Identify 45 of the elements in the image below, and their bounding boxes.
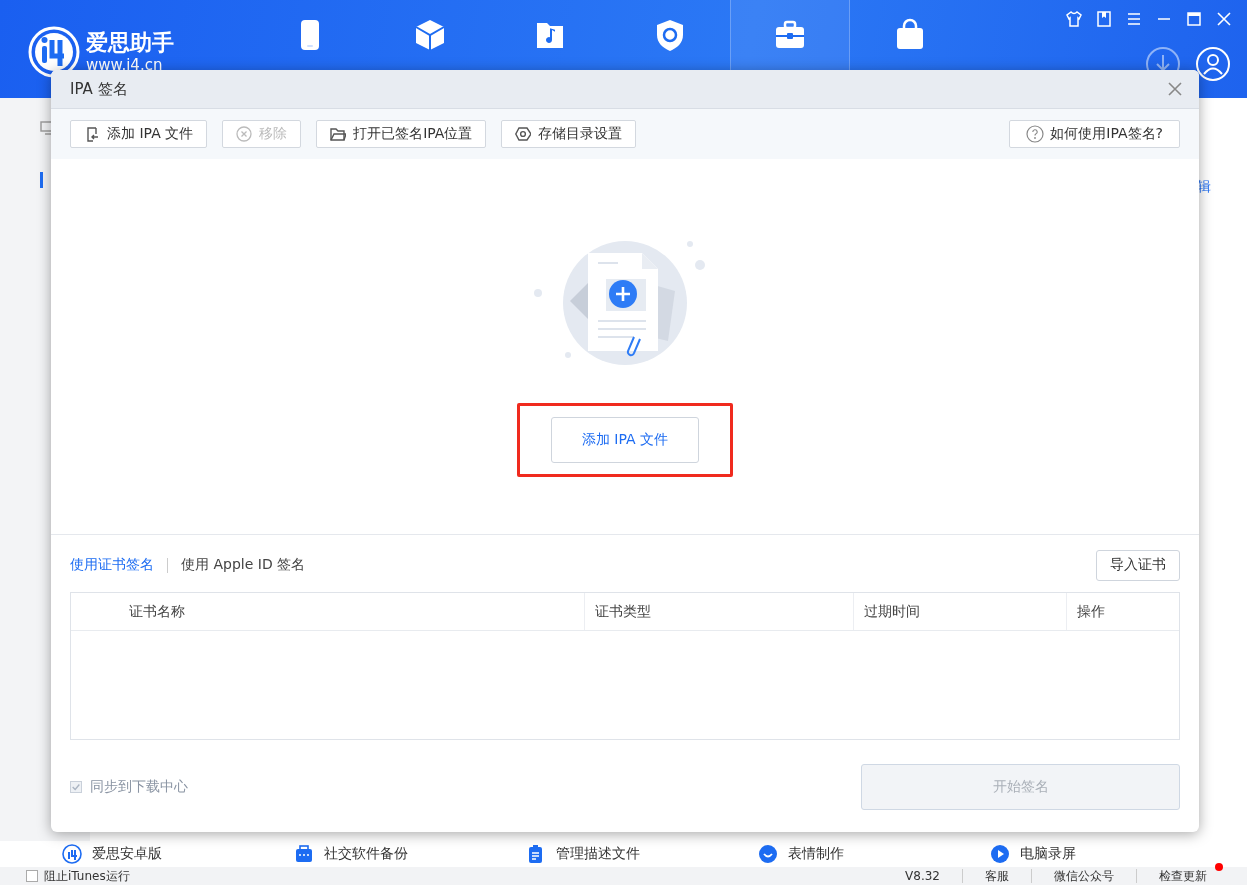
- column-header: 证书类型: [584, 593, 853, 630]
- check-icon: [71, 781, 81, 793]
- import-button[interactable]: 导入证书: [1096, 549, 1180, 581]
- close-icon[interactable]: [1167, 81, 1183, 97]
- toolbar-button[interactable]: 打开已签名IPA位置: [316, 120, 487, 148]
- logo-icon: [62, 844, 82, 864]
- user-icon[interactable]: [1195, 46, 1231, 82]
- bookmark-icon[interactable]: [1095, 10, 1113, 28]
- checkbox-label: 阻止iTunes运行: [44, 867, 130, 885]
- sign-tab[interactable]: 使用 Apple ID 签名: [181, 556, 306, 574]
- hexagon-icon: [515, 126, 532, 142]
- folder-icon: [330, 126, 347, 142]
- sign-tab[interactable]: 使用证书签名: [70, 556, 154, 574]
- shirt-icon[interactable]: [1065, 10, 1083, 28]
- tool-link[interactable]: 电脑录屏: [1020, 845, 1076, 863]
- maximize-icon[interactable]: [1185, 10, 1203, 28]
- toolbar-button[interactable]: 存储目录设置: [501, 120, 637, 148]
- tool-link[interactable]: 社交软件备份: [324, 845, 408, 863]
- smiley-icon: [758, 844, 778, 864]
- help-button[interactable]: 如何使用IPA签名?: [1009, 120, 1180, 148]
- tool-link[interactable]: 管理描述文件: [556, 845, 640, 863]
- cube-icon: [413, 18, 447, 52]
- status-link[interactable]: 微信公众号: [1031, 869, 1136, 883]
- app-name: 爱思助手: [86, 30, 174, 56]
- toolbar-button[interactable]: 添加 IPA 文件: [70, 120, 208, 148]
- column-header: 过期时间: [853, 593, 1066, 630]
- tool-link[interactable]: 爱思安卓版: [92, 845, 162, 863]
- menu-icon[interactable]: [1125, 10, 1143, 28]
- checkbox-label: 同步到下载中心: [90, 778, 188, 796]
- status-link[interactable]: 客服: [962, 869, 1031, 883]
- help-icon: [1026, 125, 1045, 143]
- selection-bar: [40, 172, 43, 188]
- version-label: V8.32: [904, 869, 941, 883]
- dialog-title: IPA 签名: [70, 79, 128, 99]
- app-url: www.i4.cn: [86, 56, 164, 74]
- remove-icon: [236, 126, 253, 142]
- close-icon[interactable]: [1215, 10, 1233, 28]
- file-add-icon: [84, 126, 100, 142]
- add-file-button[interactable]: 添加 IPA 文件: [551, 417, 699, 463]
- briefcase-icon: [294, 844, 314, 864]
- column-header: 证书名称: [129, 602, 186, 621]
- play-icon: [990, 844, 1010, 864]
- tool-link[interactable]: 表情制作: [788, 845, 844, 863]
- column-header: 操作: [1066, 593, 1179, 630]
- checkbox[interactable]: [26, 870, 38, 882]
